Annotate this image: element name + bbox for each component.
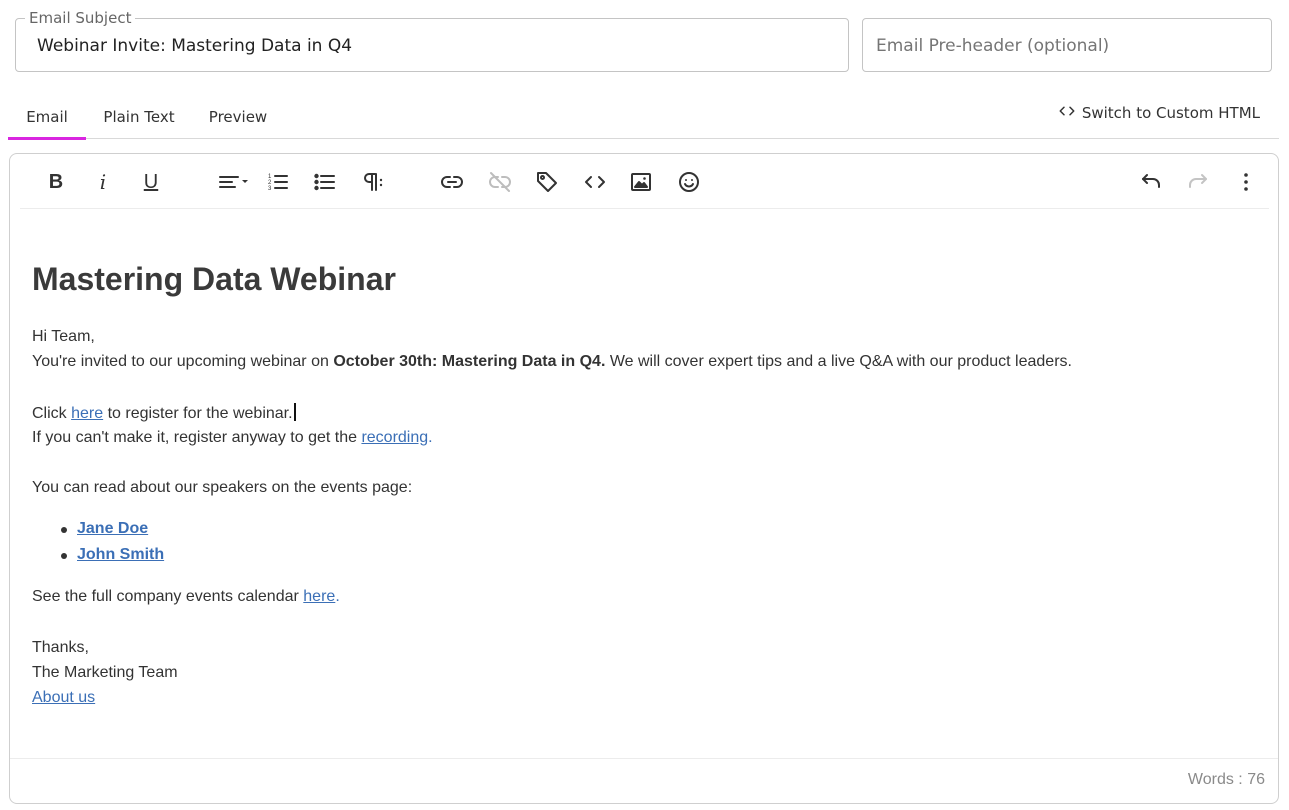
signature-text: The Marketing Team	[32, 664, 178, 681]
undo-icon	[1142, 174, 1160, 188]
thanks-text: Thanks,	[32, 639, 89, 656]
tab-plain-text[interactable]: Plain Text	[98, 95, 180, 139]
calendar-line: See the full company events calendar her…	[32, 587, 340, 607]
register-suffix: to register for the webinar.	[103, 405, 293, 422]
editor-footer: Words : 76	[10, 758, 1278, 804]
image-icon	[631, 173, 651, 191]
email-preheader-placeholder[interactable]: Email Pre-header (optional)	[876, 36, 1109, 56]
bullet-icon	[61, 527, 67, 533]
remove-link-button[interactable]	[485, 167, 515, 197]
bullet-icon	[61, 553, 67, 559]
register-link[interactable]: here	[71, 405, 103, 422]
code-button[interactable]	[580, 167, 610, 197]
calendar-prefix: See the full company events calendar	[32, 588, 304, 605]
greeting-text: Hi Team,	[32, 328, 95, 345]
underline-button[interactable]: U	[136, 167, 166, 197]
text-caret	[293, 403, 296, 421]
about-line: About us	[32, 688, 95, 708]
email-subject-label: Email Subject	[25, 9, 136, 27]
undo-button[interactable]	[1136, 167, 1166, 197]
bulleted-list-icon	[314, 173, 335, 191]
paragraph-button[interactable]	[358, 167, 388, 197]
underline-icon: U	[143, 170, 159, 193]
speakers-intro-text: You can read about our speakers on the e…	[32, 479, 413, 496]
recording-link[interactable]: recording	[361, 429, 428, 446]
redo-icon	[1189, 174, 1207, 188]
tab-email[interactable]: Email	[8, 95, 86, 140]
paragraph-icon	[364, 173, 383, 191]
more-vertical-icon	[1244, 173, 1248, 191]
redo-button[interactable]	[1183, 167, 1213, 197]
code-icon	[1058, 102, 1076, 124]
speaker-link-jane-doe[interactable]: Jane Doe	[77, 520, 148, 538]
link-icon	[441, 176, 463, 188]
switch-to-custom-html-label: Switch to Custom HTML	[1081, 104, 1260, 122]
svg-text:3: 3	[268, 186, 272, 192]
speakers-intro-line: You can read about our speakers on the e…	[32, 478, 412, 498]
insert-link-button[interactable]	[437, 167, 467, 197]
unlink-icon	[489, 172, 511, 192]
merge-tag-button[interactable]	[532, 167, 562, 197]
editor-tabs: Email Plain Text Preview Switch to Custo…	[8, 95, 1279, 140]
speaker-link-john-smith[interactable]: John Smith	[77, 546, 164, 564]
italic-button[interactable]: i	[88, 167, 118, 197]
insert-image-button[interactable]	[626, 167, 656, 197]
bold-button[interactable]: B	[41, 167, 71, 197]
about-us-link[interactable]: About us	[32, 689, 95, 706]
editor-toolbar: B i U 123	[20, 154, 1269, 209]
signature-line: The Marketing Team	[32, 663, 178, 683]
email-heading: Mastering Data Webinar	[32, 261, 396, 297]
tag-icon	[537, 172, 557, 192]
invite-suffix: We will cover expert tips and a live Q&A…	[605, 353, 1072, 370]
invite-bold-text: October 30th: Mastering Data in Q4.	[333, 353, 606, 370]
switch-to-custom-html-button[interactable]: Switch to Custom HTML	[1058, 95, 1260, 131]
ordered-list-icon: 123	[268, 174, 288, 192]
greeting-line: Hi Team,	[32, 327, 95, 347]
register-line: Click here to register for the webinar.	[32, 403, 296, 424]
word-count: Words : 76	[1187, 771, 1265, 788]
calendar-link[interactable]: here	[303, 588, 335, 605]
invite-prefix: You're invited to our upcoming webinar o…	[32, 353, 334, 370]
register-prefix: Click	[32, 405, 72, 422]
tab-preview[interactable]: Preview	[202, 95, 274, 139]
bulleted-list-button[interactable]	[310, 167, 340, 197]
align-dropdown-button[interactable]	[213, 167, 253, 197]
calendar-suffix: .	[335, 588, 340, 605]
email-subject-value[interactable]: Webinar Invite: Mastering Data in Q4	[37, 36, 352, 56]
align-icon	[219, 176, 248, 188]
email-preheader-field[interactable]: Email Pre-header (optional)	[862, 18, 1272, 72]
italic-icon: i	[99, 170, 107, 194]
emoji-button[interactable]	[674, 167, 704, 197]
thanks-line: Thanks,	[32, 638, 89, 658]
recording-line: If you can't make it, register anyway to…	[32, 428, 433, 448]
emoji-icon	[679, 172, 699, 192]
recording-prefix: If you can't make it, register anyway to…	[32, 429, 362, 446]
recording-suffix: .	[428, 429, 433, 446]
bold-icon: B	[48, 170, 64, 193]
ordered-list-button[interactable]: 123	[263, 167, 293, 197]
rich-text-editor[interactable]: B i U 123 Mastering Data Webinar Hi Team…	[9, 153, 1279, 804]
code-icon	[585, 176, 605, 188]
more-options-button[interactable]	[1231, 167, 1261, 197]
invite-line: You're invited to our upcoming webinar o…	[32, 352, 1072, 372]
email-subject-field[interactable]: Email Subject Webinar Invite: Mastering …	[15, 9, 849, 72]
